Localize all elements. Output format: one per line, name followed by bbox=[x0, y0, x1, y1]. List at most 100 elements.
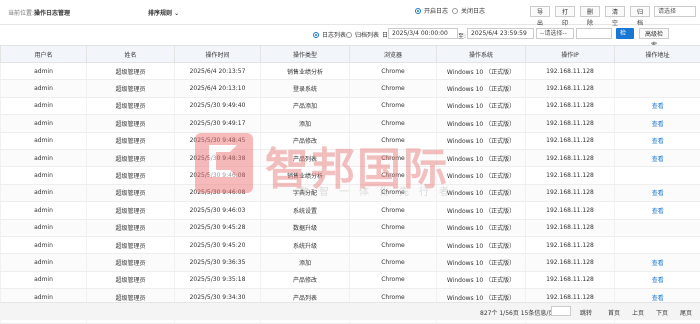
archive-select-value: 请选择 bbox=[658, 8, 676, 15]
table-cell: Chrome bbox=[350, 202, 437, 219]
view-link[interactable]: 查看 bbox=[615, 132, 700, 149]
log-on-label: 开启日志 bbox=[424, 6, 448, 15]
table-cell: 数据升级 bbox=[261, 219, 350, 236]
table-cell: 192.168.11.128 bbox=[526, 132, 615, 149]
table-cell: 192.168.11.128 bbox=[526, 219, 615, 236]
view-link bbox=[615, 219, 700, 236]
goto-button[interactable]: 跳转 bbox=[580, 308, 592, 317]
radio-on-icon bbox=[415, 8, 421, 14]
view-link bbox=[615, 63, 700, 80]
table-cell: 192.168.11.128 bbox=[526, 149, 615, 166]
export-button[interactable]: 导出 bbox=[530, 6, 550, 17]
table-cell: 2025/5/30 9:48:38 bbox=[175, 149, 261, 166]
view-link[interactable]: 查看 bbox=[615, 271, 700, 288]
table-row[interactable]: admin超级管理员2025/6/4 20:13:10登录系统ChromeWin… bbox=[1, 80, 700, 97]
end-date-input[interactable]: 2025/6/4 23:59:59 bbox=[467, 28, 534, 39]
table-cell: 2025/5/30 9:49:17 bbox=[175, 115, 261, 132]
table-row[interactable]: admin超级管理员2025/5/30 9:36:35添加ChromeWindo… bbox=[1, 254, 700, 271]
table-cell: admin bbox=[1, 202, 87, 219]
table-cell: Windows 10 （正式版） bbox=[437, 167, 526, 184]
prev-page-button[interactable]: 上页 bbox=[632, 308, 644, 317]
table-cell: 产品修改 bbox=[261, 271, 350, 288]
table-cell: 2025/5/30 9:36:35 bbox=[175, 254, 261, 271]
table-cell: 2025/5/30 9:46:08 bbox=[175, 167, 261, 184]
table-cell: 192.168.11.128 bbox=[526, 202, 615, 219]
table-cell: Chrome bbox=[350, 63, 437, 80]
delete-button[interactable]: 删除 bbox=[580, 6, 600, 17]
log-off-label: 关闭日志 bbox=[461, 6, 485, 15]
table-cell: 2025/5/30 9:49:40 bbox=[175, 97, 261, 114]
archive-list-label: 归档列表 bbox=[355, 30, 379, 39]
log-table: 用户名姓名操作时间操作类型浏览器操作系统操作IP操作地址 admin超级管理员2… bbox=[0, 45, 700, 324]
table-cell: 192.168.11.128 bbox=[526, 80, 615, 97]
table-row[interactable]: admin超级管理员2025/5/30 9:49:17添加ChromeWindo… bbox=[1, 115, 700, 132]
advanced-search-button[interactable]: 高级检索 bbox=[639, 28, 669, 39]
clear-button[interactable]: 清空 bbox=[605, 6, 625, 17]
first-page-button[interactable]: 首页 bbox=[608, 308, 620, 317]
table-cell: admin bbox=[1, 80, 87, 97]
log-off-radio[interactable]: 关闭日志 bbox=[452, 6, 485, 15]
table-cell: 192.168.11.128 bbox=[526, 97, 615, 114]
table-cell: 系统设置 bbox=[261, 202, 350, 219]
page-number-input[interactable] bbox=[551, 306, 571, 316]
table-row[interactable]: admin超级管理员2025/5/30 9:49:40产品添加ChromeWin… bbox=[1, 97, 700, 114]
chevron-down-icon: ⌄ bbox=[174, 10, 179, 17]
table-row[interactable]: admin超级管理员2025/6/4 20:13:57销售业绩分析ChromeW… bbox=[1, 63, 700, 80]
table-cell: 添加 bbox=[261, 115, 350, 132]
table-cell: admin bbox=[1, 63, 87, 80]
table-cell: Chrome bbox=[350, 132, 437, 149]
view-link bbox=[615, 236, 700, 253]
to-label: 至: bbox=[458, 31, 466, 40]
view-link[interactable]: 查看 bbox=[615, 115, 700, 132]
start-date-input[interactable]: 2025/3/4 00:00:00 bbox=[388, 28, 458, 39]
view-link[interactable]: 查看 bbox=[615, 254, 700, 271]
table-cell: 添加 bbox=[261, 254, 350, 271]
view-link[interactable]: 查看 bbox=[615, 97, 700, 114]
table-row[interactable]: admin超级管理员2025/5/30 9:45:20系统升级ChromeWin… bbox=[1, 236, 700, 253]
table-cell: 2025/5/30 9:45:28 bbox=[175, 219, 261, 236]
log-list-label: 日志列表 bbox=[322, 30, 346, 39]
column-header: 用户名 bbox=[1, 46, 87, 63]
archive-list-radio[interactable]: 归档列表 日: bbox=[346, 30, 390, 39]
table-cell: 销售业绩分析 bbox=[261, 63, 350, 80]
table-cell: Windows 10 （正式版） bbox=[437, 236, 526, 253]
breadcrumb-prefix: 当前位置: bbox=[8, 10, 34, 17]
radio-off-icon bbox=[346, 32, 352, 38]
filter-select[interactable]: --请选择-- bbox=[536, 28, 574, 39]
table-row[interactable]: admin超级管理员2025/5/30 9:48:38产品列表ChromeWin… bbox=[1, 149, 700, 166]
archive-select[interactable]: 请选择 bbox=[654, 6, 696, 17]
table-cell: admin bbox=[1, 97, 87, 114]
table-row[interactable]: admin超级管理员2025/5/30 9:48:45产品修改ChromeWin… bbox=[1, 132, 700, 149]
table-cell: 超级管理员 bbox=[87, 63, 175, 80]
view-link[interactable]: 查看 bbox=[615, 184, 700, 201]
view-link bbox=[615, 80, 700, 97]
next-page-button[interactable]: 下页 bbox=[656, 308, 668, 317]
table-cell: 192.168.11.128 bbox=[526, 167, 615, 184]
table-row[interactable]: admin超级管理员2025/5/30 9:46:03系统设置ChromeWin… bbox=[1, 202, 700, 219]
view-link[interactable]: 查看 bbox=[615, 202, 700, 219]
keyword-input[interactable] bbox=[576, 28, 612, 39]
table-cell: 产品列表 bbox=[261, 149, 350, 166]
table-cell: 超级管理员 bbox=[87, 219, 175, 236]
table-cell: Chrome bbox=[350, 271, 437, 288]
table-row[interactable]: admin超级管理员2025/5/30 9:46:08字典分配ChromeWin… bbox=[1, 184, 700, 201]
view-link[interactable]: 查看 bbox=[615, 149, 700, 166]
archive-button[interactable]: 归档 bbox=[630, 6, 650, 17]
table-row[interactable]: admin超级管理员2025/5/30 9:46:08销售业绩分析ChromeW… bbox=[1, 167, 700, 184]
log-list-radio[interactable]: 日志列表 bbox=[313, 30, 346, 39]
table-cell: admin bbox=[1, 254, 87, 271]
table-cell: Chrome bbox=[350, 167, 437, 184]
search-button[interactable]: 检索 bbox=[616, 28, 634, 39]
table-cell: 超级管理员 bbox=[87, 184, 175, 201]
last-page-button[interactable]: 尾页 bbox=[680, 308, 692, 317]
table-row[interactable]: admin超级管理员2025/5/30 9:35:18产品修改ChromeWin… bbox=[1, 271, 700, 288]
table-cell: 产品添加 bbox=[261, 97, 350, 114]
print-button[interactable]: 打印 bbox=[555, 6, 575, 17]
table-cell: 产品修改 bbox=[261, 132, 350, 149]
table-cell: 超级管理员 bbox=[87, 271, 175, 288]
table-cell: 2025/5/30 9:45:20 bbox=[175, 236, 261, 253]
table-row[interactable]: admin超级管理员2025/5/30 9:45:28数据升级ChromeWin… bbox=[1, 219, 700, 236]
table-cell: 2025/5/30 9:48:45 bbox=[175, 132, 261, 149]
log-on-radio[interactable]: 开启日志 bbox=[415, 6, 448, 15]
sort-rule-dropdown[interactable]: 排序规则 ⌄ bbox=[148, 8, 179, 17]
